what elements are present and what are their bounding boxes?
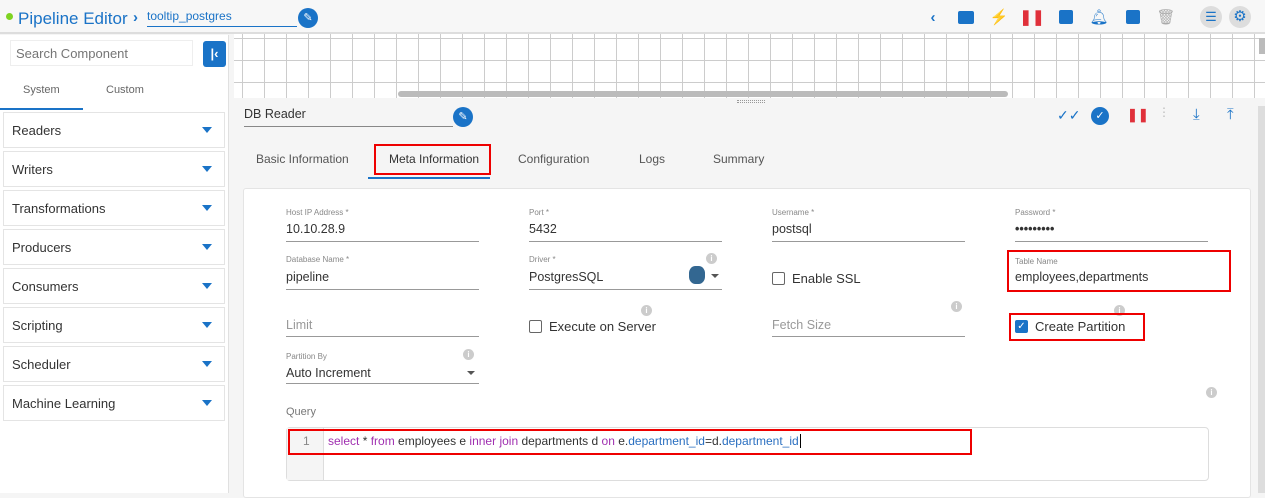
driver-select[interactable]: PostgresSQL <box>529 270 603 284</box>
port-label: Port * <box>529 208 550 217</box>
bolt-icon[interactable]: ⚡ <box>990 9 1009 26</box>
chevron-down-icon <box>202 127 212 133</box>
enable-ssl-label: Enable SSL <box>792 271 861 286</box>
component-sidebar: |‹ System Custom Readers Writers Transfo… <box>0 35 229 493</box>
highlight-box <box>1007 250 1231 292</box>
status-dot <box>6 13 13 20</box>
category-label: Transformations <box>12 201 106 216</box>
component-name-field[interactable]: DB Reader <box>244 107 453 127</box>
execute-on-server-label: Execute on Server <box>549 319 656 334</box>
tab-custom[interactable]: Custom <box>106 84 144 96</box>
category-consumers[interactable]: Consumers <box>3 268 225 304</box>
tab-system[interactable]: System <box>23 84 60 96</box>
comment-icon[interactable] <box>957 9 975 25</box>
database-input[interactable]: pipeline <box>286 270 329 284</box>
gear-icon[interactable]: ⚙ <box>1229 6 1251 28</box>
host-label: Host IP Address * <box>286 208 349 217</box>
category-writers[interactable]: Writers <box>3 151 225 187</box>
partition-by-select[interactable]: Auto Increment <box>286 366 371 380</box>
resize-handle[interactable] <box>737 100 765 103</box>
check-circle-icon[interactable]: ✓ <box>1091 107 1109 125</box>
breadcrumb-chevron-icon: › <box>133 9 138 26</box>
info-icon[interactable]: i <box>706 253 717 264</box>
category-label: Producers <box>12 240 72 255</box>
list-icon[interactable]: ☰ <box>1200 6 1222 28</box>
highlight-box <box>374 144 491 175</box>
dropdown-arrow-icon[interactable] <box>467 371 475 375</box>
password-label: Password * <box>1015 208 1056 217</box>
category-label: Scripting <box>12 318 63 333</box>
category-transformations[interactable]: Transformations <box>3 190 225 226</box>
canvas-horizontal-scrollbar[interactable] <box>398 91 1008 97</box>
username-input[interactable]: postsql <box>772 222 812 236</box>
fetch-size-input[interactable]: Fetch Size <box>772 318 831 332</box>
postgres-logo-icon <box>689 266 705 284</box>
password-input[interactable]: ••••••••• <box>1015 222 1054 236</box>
tab-configuration[interactable]: Configuration <box>518 152 589 166</box>
category-label: Machine Learning <box>12 396 116 411</box>
highlight-box <box>1009 313 1145 341</box>
chart-icon[interactable] <box>1124 9 1142 25</box>
host-input[interactable]: 10.10.28.9 <box>286 222 345 236</box>
category-label: Writers <box>12 162 53 177</box>
category-label: Readers <box>12 123 62 138</box>
save-icon[interactable] <box>1057 9 1075 25</box>
pipeline-name-field[interactable]: tooltip_postgres <box>147 9 297 27</box>
category-producers[interactable]: Producers <box>3 229 225 265</box>
canvas-vertical-scrollbar[interactable] <box>1259 38 1265 54</box>
chevron-down-icon <box>202 244 212 250</box>
database-label: Database Name * <box>286 255 350 264</box>
edit-component-name-icon[interactable]: ✎ <box>453 107 473 127</box>
partition-by-label: Partition By <box>286 352 327 361</box>
chevron-down-icon <box>202 322 212 328</box>
limit-input[interactable]: Limit <box>286 318 312 332</box>
execute-on-server-checkbox[interactable] <box>529 320 542 333</box>
info-icon[interactable]: i <box>1206 387 1217 398</box>
info-icon[interactable]: i <box>463 349 474 360</box>
category-scheduler[interactable]: Scheduler <box>3 346 225 382</box>
top-bar: Pipeline Editor › tooltip_postgres ✎ ‹ ⚡… <box>0 0 1265 34</box>
chevron-down-icon <box>202 283 212 289</box>
chevron-down-icon <box>202 361 212 367</box>
panel-scrollbar[interactable] <box>1258 106 1265 493</box>
driver-label: Driver * <box>529 255 556 264</box>
search-component-input[interactable] <box>10 40 193 66</box>
trash-icon[interactable]: 🗑︎ <box>1156 9 1175 26</box>
enable-ssl-checkbox[interactable] <box>772 272 785 285</box>
active-tab-indicator <box>0 108 83 110</box>
upload-icon[interactable]: ⤒ <box>1227 106 1234 123</box>
category-label: Consumers <box>12 279 79 294</box>
category-scripting[interactable]: Scripting <box>3 307 225 343</box>
chevron-down-icon <box>202 205 212 211</box>
edit-name-icon[interactable]: ✎ <box>298 8 318 28</box>
highlight-box <box>288 429 972 455</box>
chevron-down-icon <box>202 166 212 172</box>
category-machine-learning[interactable]: Machine Learning <box>3 385 225 421</box>
tab-logs[interactable]: Logs <box>639 152 665 166</box>
bell-alert-icon[interactable]: 🔔︎ <box>1089 9 1108 26</box>
tab-summary[interactable]: Summary <box>713 152 764 166</box>
info-icon[interactable]: i <box>641 305 652 316</box>
category-label: Scheduler <box>12 357 71 372</box>
page-title: Pipeline Editor <box>18 9 128 28</box>
username-label: Username * <box>772 208 815 217</box>
chevron-down-icon <box>202 400 212 406</box>
info-icon[interactable]: i <box>951 301 962 312</box>
pause-icon[interactable]: ❚❚ <box>1019 9 1044 26</box>
pause-component-icon[interactable]: ❚❚ <box>1127 107 1149 123</box>
chevron-left-icon[interactable]: ‹ <box>924 9 942 26</box>
query-label: Query <box>286 406 316 418</box>
validate-icon[interactable]: ✓✓ <box>1057 107 1080 124</box>
collapse-sidebar-button[interactable]: |‹ <box>203 41 226 67</box>
pipeline-canvas[interactable] <box>234 34 1265 98</box>
tab-basic-information[interactable]: Basic Information <box>256 152 349 166</box>
download-icon[interactable]: ⤓ <box>1193 106 1200 123</box>
active-tab-underline <box>368 177 490 179</box>
more-options-icon[interactable]: ⋮ <box>1158 105 1170 119</box>
dropdown-arrow-icon[interactable] <box>711 274 719 278</box>
port-input[interactable]: 5432 <box>529 222 557 236</box>
category-readers[interactable]: Readers <box>3 112 225 148</box>
